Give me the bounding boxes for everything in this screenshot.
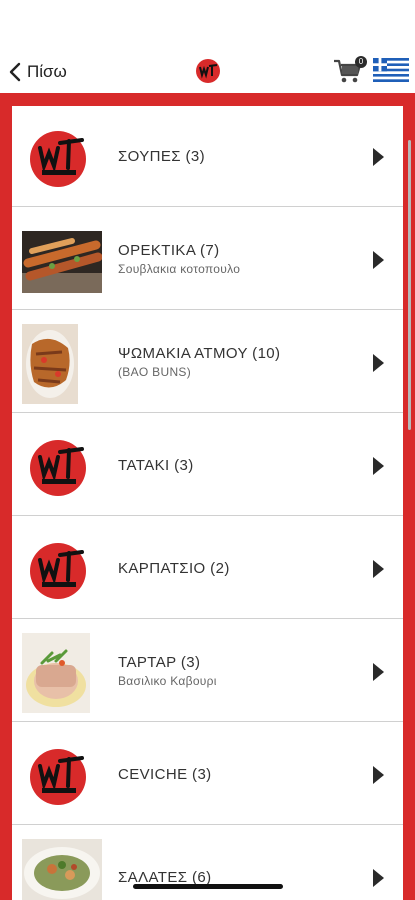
category-row-tartare[interactable]: ΤΑΡΤΑΡ (3) Βασιλικο Καβουρι: [12, 621, 403, 722]
chevron-right-icon: [373, 457, 384, 475]
cart-count-badge: 0: [355, 56, 367, 68]
salad-photo: [22, 839, 102, 900]
category-row-bao-buns[interactable]: ΨΩΜΑΚΙΑ ΑΤΜΟΥ (10) (BAO BUNS): [12, 312, 403, 413]
category-subtitle: Σουβλακια κοτοπουλο: [118, 262, 241, 276]
chevron-right-icon: [373, 148, 384, 166]
category-row-tataki[interactable]: TATAKI (3): [12, 415, 403, 516]
category-subtitle: (BAO BUNS): [118, 365, 192, 379]
category-title: ΣΑΛΑΤΕΣ (6): [118, 868, 212, 886]
category-title: TATAKI (3): [118, 456, 194, 474]
back-button[interactable]: Πίσω: [8, 60, 67, 84]
greek-flag-icon[interactable]: [373, 58, 409, 82]
category-logo-image: [22, 530, 102, 610]
chevron-right-icon: [373, 766, 384, 784]
category-row-appetizers[interactable]: ΟΡΕΚΤΙΚΑ (7) Σουβλακια κοτοπουλο: [12, 209, 403, 310]
home-indicator[interactable]: [133, 884, 283, 889]
skewers-photo: [22, 221, 102, 301]
category-row-soups[interactable]: ΣΟΥΠΕΣ (3): [12, 106, 403, 207]
chevron-right-icon: [373, 560, 384, 578]
category-title: ΤΑΡΤΑΡ (3): [118, 654, 201, 671]
chevron-right-icon: [373, 251, 384, 269]
category-title: ΨΩΜΑΚΙΑ ΑΤΜΟΥ (10): [118, 345, 281, 362]
category-logo-image: [22, 736, 102, 816]
category-list: ΣΟΥΠΕΣ (3) ΟΡΕΚΤΙΚΑ (7) Σουβλακια κοτοπο…: [12, 106, 403, 900]
chevron-right-icon: [373, 869, 384, 887]
category-logo-image: [22, 118, 102, 198]
tartare-photo: [22, 633, 90, 713]
scrollbar[interactable]: [408, 140, 411, 430]
category-subtitle: Βασιλικο Καβουρι: [118, 674, 217, 688]
category-row-ceviche[interactable]: CEVICHE (3): [12, 724, 403, 825]
category-row-carpaccio[interactable]: ΚΑΡΠΑΤΣΙΟ (2): [12, 518, 403, 619]
category-title: ΚΑΡΠΑΤΣΙΟ (2): [118, 559, 230, 577]
top-navigation-bar: Πίσω 0: [0, 0, 415, 96]
chevron-left-icon: [9, 62, 21, 82]
category-logo-image: [22, 427, 102, 507]
category-title: ΣΟΥΠΕΣ (3): [118, 147, 206, 165]
chevron-right-icon: [373, 663, 384, 681]
bao-buns-photo: [22, 324, 78, 404]
chevron-right-icon: [373, 354, 384, 372]
category-title: CEVICHE (3): [118, 765, 212, 783]
category-title: ΟΡΕΚΤΙΚΑ (7): [118, 242, 220, 259]
back-label: Πίσω: [27, 62, 67, 81]
category-row-salads[interactable]: ΣΑΛΑΤΕΣ (6): [12, 827, 403, 900]
restaurant-logo-icon[interactable]: [195, 58, 221, 84]
